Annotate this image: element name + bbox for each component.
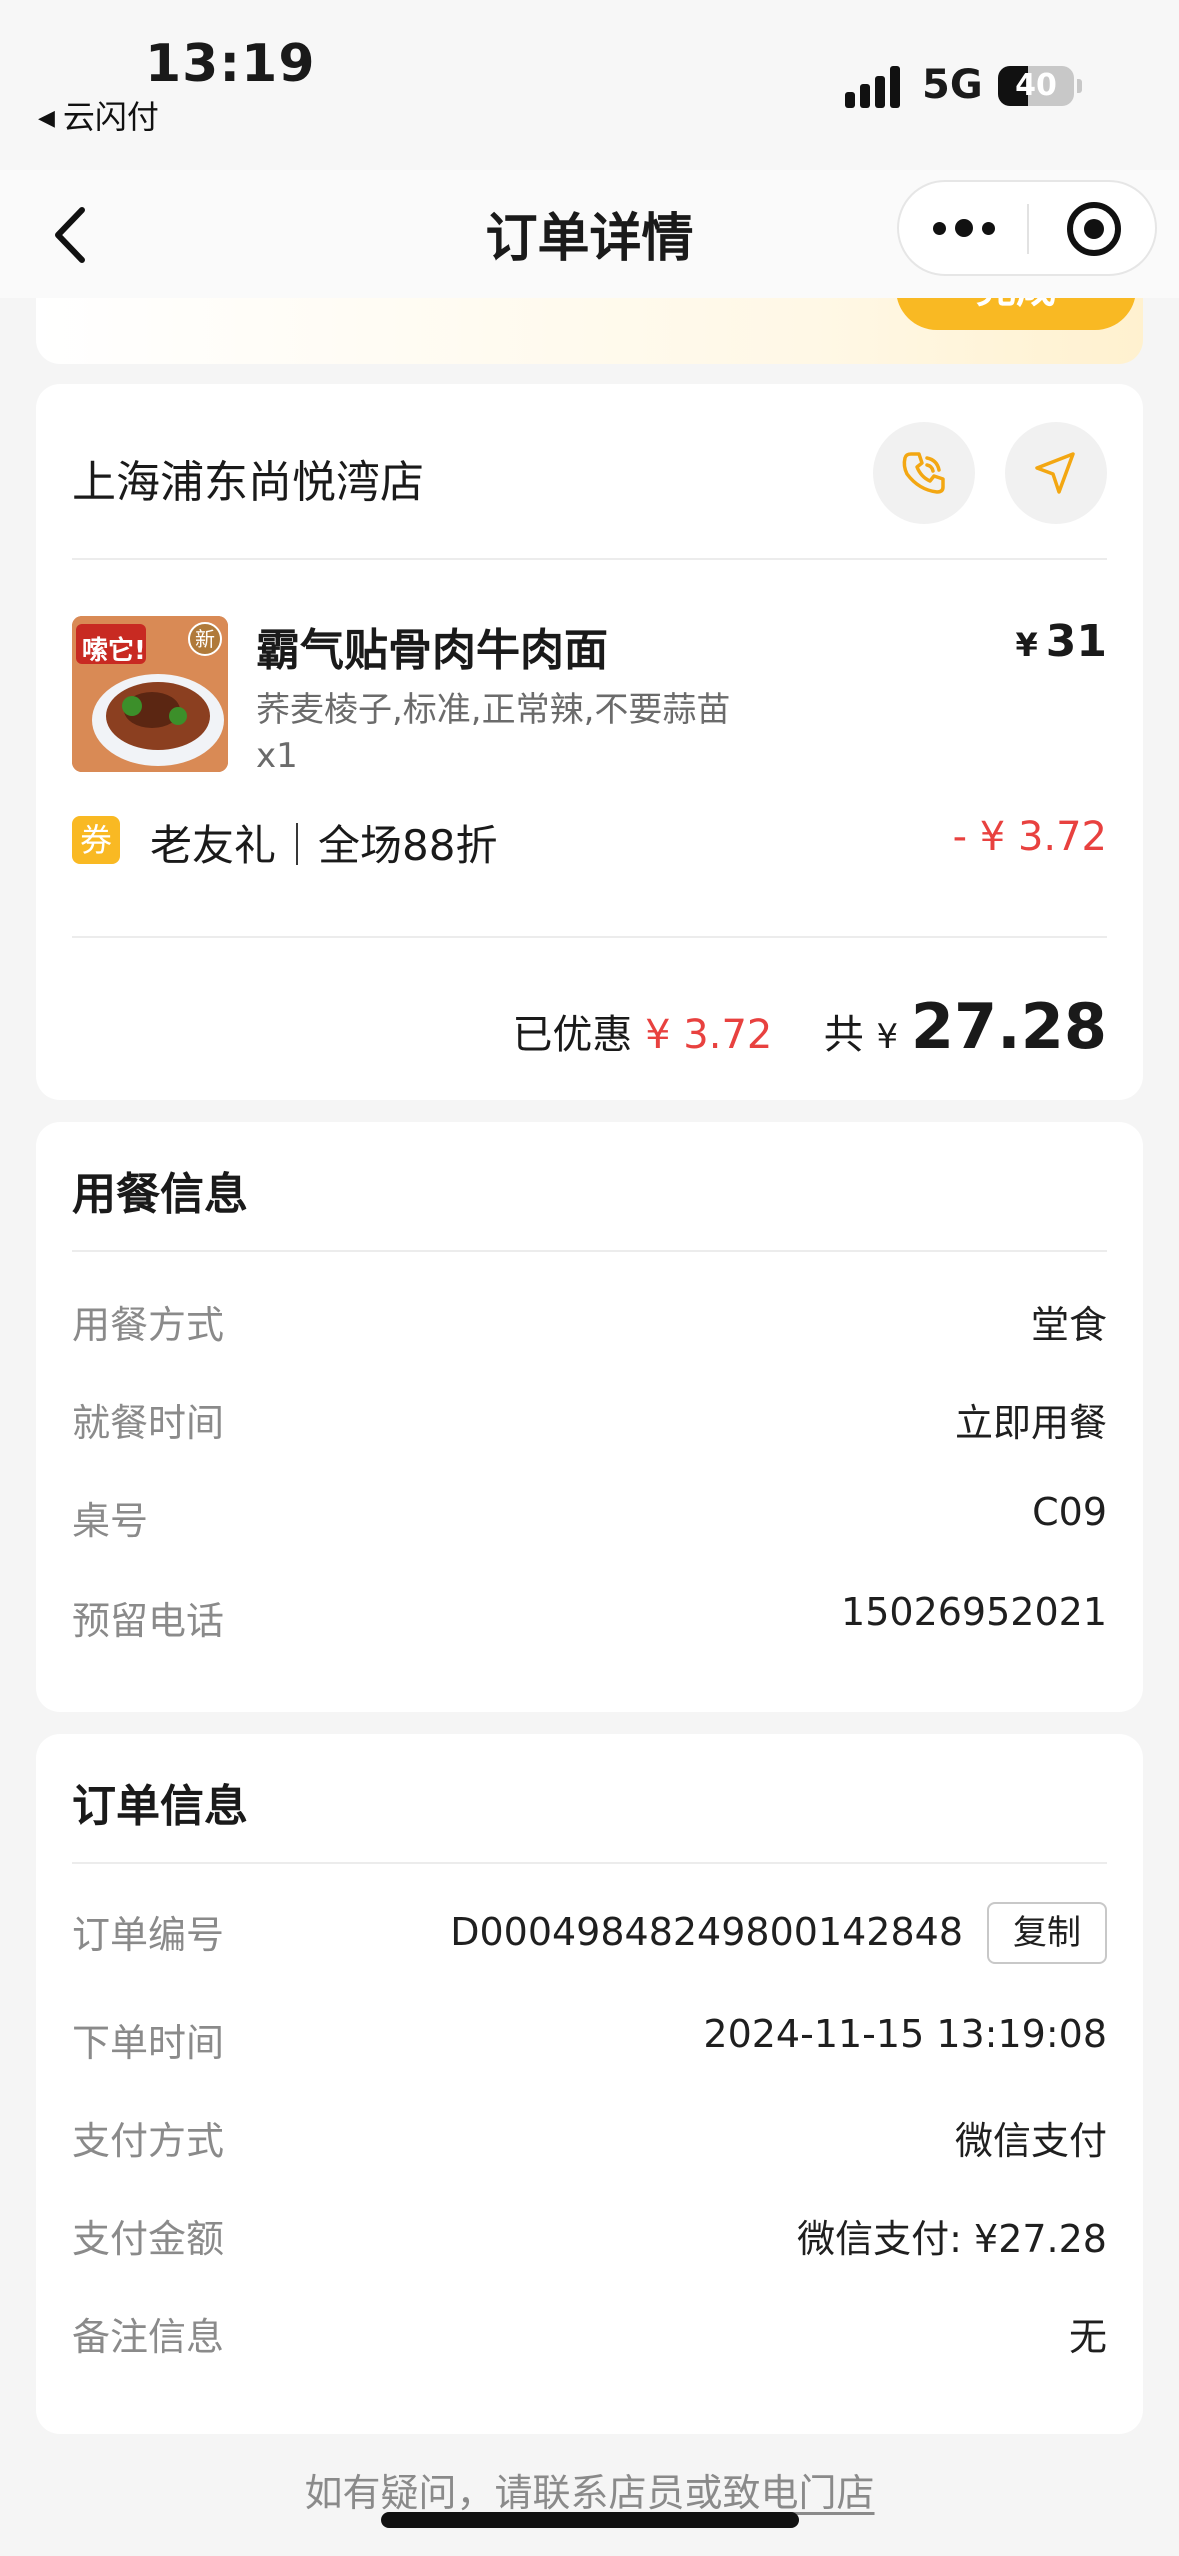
capsule-divider	[1027, 204, 1029, 254]
order-info-title: 订单信息	[72, 1781, 248, 1832]
dish-image[interactable]: 嗦它! 新	[72, 616, 228, 772]
back-app-label: 云闪付	[62, 98, 159, 136]
store-name: 上海浦东尚悦湾店	[72, 457, 424, 508]
battery-level: 40	[1015, 68, 1057, 103]
dish-options: 荞麦棱子,标准,正常辣,不要蒜苗	[256, 690, 731, 730]
back-triangle-icon: ◀	[38, 106, 55, 131]
dining-mode-value: 堂食	[1030, 1303, 1107, 1347]
total-label: 共	[823, 1012, 864, 1058]
order-info-card: 订单信息 订单编号 D0004984824980014284​8 复制 下单时间…	[36, 1734, 1143, 2434]
store-card: 上海浦东尚悦湾店 嗦它! 新 霸气贴骨肉牛肉面 荞麦棱子,标准,正常辣,不要蒜苗…	[36, 384, 1143, 1100]
battery-icon: 40	[998, 66, 1074, 106]
dish-price: ¥31	[1016, 616, 1108, 667]
status-bar: 13:19 ◀ 云闪付 5G 40	[0, 0, 1179, 170]
order-number-label: 订单编号	[72, 1913, 225, 1957]
meal-info-card: 用餐信息 用餐方式 堂食 就餐时间 立即用餐 桌号 C09 预留电话 15026…	[36, 1122, 1143, 1712]
nav-bar: 订单详情	[0, 170, 1179, 298]
status-card-partial: 完成	[36, 298, 1143, 364]
dish-image-caption: 嗦它!	[82, 636, 146, 666]
discount-amount: ¥ 3.72	[645, 1012, 773, 1058]
navigation-arrow-icon	[1035, 452, 1075, 494]
payment-amount-value: 微信支付: ¥27.28	[797, 2217, 1107, 2261]
status-action-button[interactable]: 完成	[896, 298, 1136, 330]
navigate-button[interactable]	[1005, 422, 1107, 524]
status-time: 13:19	[145, 34, 316, 94]
dining-time-label: 就餐时间	[72, 1401, 225, 1445]
discount-label: 已优惠	[512, 1012, 633, 1058]
dining-mode-label: 用餐方式	[72, 1303, 225, 1347]
order-total-row: 已优惠 ¥ 3.72 共 ¥ 27.28	[512, 990, 1107, 1063]
table-number-value: C09	[1032, 1490, 1107, 1534]
network-label: 5G	[922, 62, 983, 108]
table-number-label: 桌号	[72, 1499, 149, 1543]
payment-method-label: 支付方式	[72, 2119, 225, 2163]
coupon-icon: 券	[72, 816, 120, 864]
coupon-label: 老友礼｜全场88折	[150, 821, 498, 870]
order-number-value: D0004984824980014284​8	[450, 1910, 963, 1954]
divider	[72, 1250, 1107, 1252]
price-value: 31	[1045, 616, 1107, 667]
mini-program-capsule	[897, 180, 1157, 276]
divider	[72, 1862, 1107, 1864]
payment-method-value: 微信支付	[954, 2119, 1107, 2163]
help-prefix: 如有疑问，请	[304, 2471, 533, 2515]
total-amount: 27.28	[910, 990, 1107, 1063]
remarks-label: 备注信息	[72, 2315, 225, 2359]
divider	[72, 558, 1107, 560]
copy-order-number-button[interactable]: 复制	[987, 1902, 1107, 1964]
coupon-amount: - ¥ 3.72	[952, 814, 1107, 860]
remarks-value: 无	[1068, 2315, 1107, 2359]
dish-name: 霸气贴骨肉牛肉面	[256, 625, 608, 676]
dining-time-value: 立即用餐	[954, 1401, 1107, 1445]
total-symbol: ¥	[876, 1017, 899, 1057]
battery-tip	[1077, 79, 1082, 93]
phone-label: 预留电话	[72, 1599, 225, 1643]
meal-info-title: 用餐信息	[72, 1169, 248, 1220]
more-button[interactable]	[933, 214, 995, 244]
order-time-label: 下单时间	[72, 2021, 225, 2065]
signal-icon	[845, 66, 905, 108]
call-store-button[interactable]	[873, 422, 975, 524]
contact-store-link[interactable]: 联系店员或致电门店	[533, 2471, 875, 2515]
payment-amount-label: 支付金额	[72, 2217, 225, 2261]
new-badge: 新	[188, 622, 222, 656]
price-symbol: ¥	[1015, 626, 1038, 664]
dish-quantity: x1	[256, 736, 298, 776]
phone-value: 15026952021	[841, 1590, 1107, 1634]
close-mini-program-button[interactable]	[1067, 202, 1121, 256]
divider	[72, 936, 1107, 938]
order-time-value: 2024-11-15 13:19:08	[703, 2012, 1107, 2056]
phone-icon	[902, 452, 945, 494]
help-footer: 如有疑问，请联系店员或致电门店	[0, 2462, 1179, 2517]
home-indicator[interactable]	[381, 2512, 799, 2528]
back-to-app-link[interactable]: ◀ 云闪付	[38, 92, 159, 138]
